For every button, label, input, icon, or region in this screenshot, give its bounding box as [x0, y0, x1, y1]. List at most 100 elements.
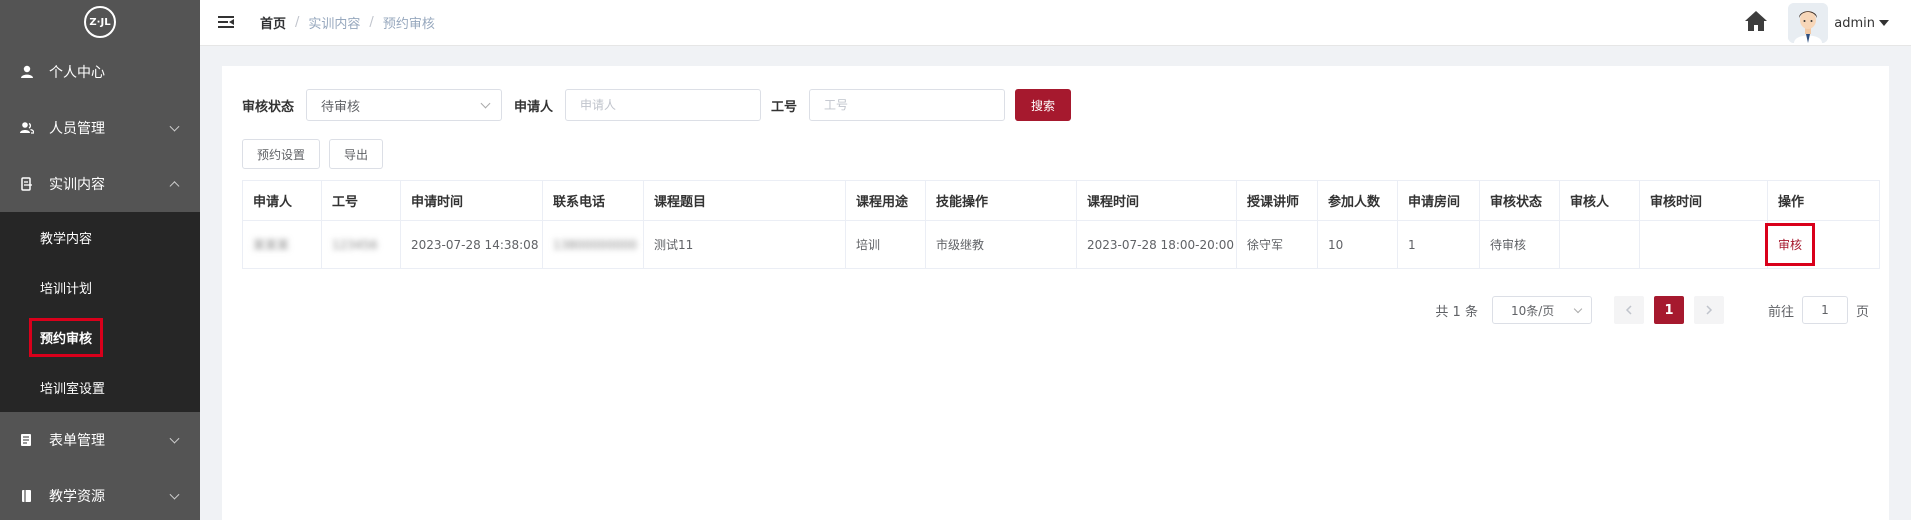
- column-header: 操作: [1767, 180, 1880, 221]
- sidebar-item-personal-center[interactable]: 个人中心: [0, 44, 200, 100]
- sidebar-item-label: 实训内容: [49, 177, 105, 193]
- top-header: 首页 / 实训内容 / 预约审核 admin: [200, 0, 1911, 46]
- booking-settings-button[interactable]: 预约设置: [242, 139, 321, 169]
- logo-area: Z·JL: [0, 0, 200, 44]
- home-icon[interactable]: [1744, 10, 1768, 36]
- status-select[interactable]: 待审核: [306, 89, 503, 121]
- chevron-down-icon: [480, 98, 491, 109]
- user-icon: [20, 65, 34, 79]
- status-select-value: 待审核: [321, 99, 361, 115]
- jobno-input[interactable]: [809, 89, 1006, 121]
- next-page-button[interactable]: [1693, 296, 1724, 324]
- sidebar-item-label: 人员管理: [49, 121, 105, 137]
- table-header-row: 申请人 工号 申请时间 联系电话 课程题目 课程用途 技能操作 课程时间 授课讲…: [242, 180, 1880, 221]
- chevron-right-icon: [1706, 305, 1713, 315]
- submenu-item-teaching-content[interactable]: 教学内容: [0, 212, 200, 262]
- column-header: 课程时间: [1076, 180, 1237, 221]
- cell-room: 1: [1397, 220, 1480, 269]
- cell-status: 待审核: [1479, 220, 1560, 269]
- chevron-down-icon: [169, 433, 180, 444]
- page-suffix: 页: [1855, 304, 1869, 320]
- column-header: 技能操作: [925, 180, 1077, 221]
- cell-audit-time: [1639, 220, 1768, 269]
- caret-down-icon[interactable]: [1879, 20, 1889, 26]
- page-number-current[interactable]: 1: [1653, 296, 1684, 324]
- goto-page-input[interactable]: [1801, 296, 1848, 324]
- avatar[interactable]: [1788, 3, 1829, 43]
- applicant-filter-label: 申请人: [514, 99, 554, 115]
- cell-course-use: 培训: [845, 220, 926, 269]
- column-header: 课程题目: [643, 180, 846, 221]
- pagination: 共 1 条 10条/页 1 前往 页: [1435, 296, 1869, 324]
- submenu-item-training-plan[interactable]: 培训计划: [0, 262, 200, 312]
- logo: Z·JL: [84, 6, 116, 38]
- chevron-down-icon: [1573, 304, 1583, 314]
- breadcrumb: 首页 / 实训内容 / 预约审核: [260, 13, 435, 32]
- cell-course-title: 测试11: [643, 220, 846, 269]
- sidebar-item-form-management[interactable]: 表单管理: [0, 412, 200, 468]
- chevron-down-icon: [169, 489, 180, 500]
- cell-jobno: 123456: [321, 220, 401, 269]
- chevron-left-icon: [1625, 305, 1632, 315]
- filter-bar: 审核状态 待审核 申请人 工号 搜索: [242, 89, 1072, 121]
- cell-auditor: [1559, 220, 1640, 269]
- sidebar-item-teaching-resources[interactable]: 教学资源: [0, 468, 200, 520]
- content-icon: [20, 177, 34, 191]
- column-header: 申请时间: [400, 180, 543, 221]
- main-panel: 审核状态 待审核 申请人 工号 搜索 预约设置 导出 申请人 工号 申请时间 联…: [222, 66, 1889, 520]
- cell-skill: 市级继教: [925, 220, 1077, 269]
- breadcrumb-training-content[interactable]: 实训内容: [308, 13, 360, 32]
- booking-table: 申请人 工号 申请时间 联系电话 课程题目 课程用途 技能操作 课程时间 授课讲…: [242, 180, 1880, 269]
- column-header: 审核时间: [1639, 180, 1768, 221]
- submenu-item-booking-review[interactable]: 预约审核: [0, 312, 200, 362]
- sidebar-item-label: 教学资源: [49, 489, 105, 505]
- column-header: 授课讲师: [1236, 180, 1318, 221]
- column-header: 审核人: [1559, 180, 1640, 221]
- status-filter-label: 审核状态: [242, 99, 295, 115]
- cell-apply-time: 2023-07-28 14:38:08: [400, 220, 543, 269]
- breadcrumb-separator: /: [295, 15, 300, 30]
- breadcrumb-separator: /: [369, 15, 374, 30]
- action-bar: 预约设置 导出: [242, 139, 392, 169]
- jobno-filter-label: 工号: [771, 99, 798, 115]
- column-header: 申请人: [242, 180, 322, 221]
- breadcrumb-current: 预约审核: [382, 17, 435, 32]
- menu-toggle-icon[interactable]: [218, 16, 234, 29]
- cell-phone: 13800000000: [542, 220, 644, 269]
- goto-label: 前往: [1767, 304, 1794, 320]
- sidebar-item-training-content[interactable]: 实训内容: [0, 156, 200, 212]
- cell-applicant: 某某某: [242, 220, 322, 269]
- applicant-input[interactable]: [565, 89, 762, 121]
- sidebar: Z·JL 个人中心 人员管理 实训内容 教学内容 培训计划 预约审核 培训室设置: [0, 0, 200, 520]
- cell-course-time: 2023-07-28 18:00-20:00: [1076, 220, 1237, 269]
- sidebar-item-staff-management[interactable]: 人员管理: [0, 100, 200, 156]
- prev-page-button[interactable]: [1613, 296, 1644, 324]
- column-header: 工号: [321, 180, 401, 221]
- cell-participants: 10: [1317, 220, 1398, 269]
- export-button[interactable]: 导出: [329, 139, 384, 169]
- column-header: 联系电话: [542, 180, 644, 221]
- form-icon: [20, 433, 34, 447]
- header-right: admin: [1744, 0, 1889, 46]
- cell-action: 审核: [1764, 220, 1880, 269]
- users-icon: [20, 121, 34, 135]
- chevron-down-icon: [169, 121, 180, 132]
- resource-icon: [20, 489, 34, 503]
- pagination-total: 共 1 条: [1435, 304, 1478, 320]
- submenu-training-content: 教学内容 培训计划 预约审核 培训室设置: [0, 212, 200, 412]
- page-size-select[interactable]: 10条/页: [1491, 296, 1592, 324]
- table-row: 某某某 123456 2023-07-28 14:38:08 138000000…: [242, 220, 1880, 269]
- chevron-up-icon: [169, 181, 180, 192]
- column-header: 申请房间: [1397, 180, 1480, 221]
- sidebar-item-label: 表单管理: [49, 433, 105, 449]
- cell-teacher: 徐守军: [1236, 220, 1318, 269]
- submenu-item-room-settings[interactable]: 培训室设置: [0, 362, 200, 412]
- breadcrumb-home[interactable]: 首页: [260, 13, 286, 32]
- column-header: 参加人数: [1317, 180, 1398, 221]
- username[interactable]: admin: [1834, 16, 1875, 31]
- column-header: 审核状态: [1479, 180, 1560, 221]
- audit-link[interactable]: 审核: [1764, 223, 1816, 266]
- column-header: 课程用途: [845, 180, 926, 221]
- sidebar-item-label: 个人中心: [49, 65, 105, 81]
- search-button[interactable]: 搜索: [1015, 89, 1072, 121]
